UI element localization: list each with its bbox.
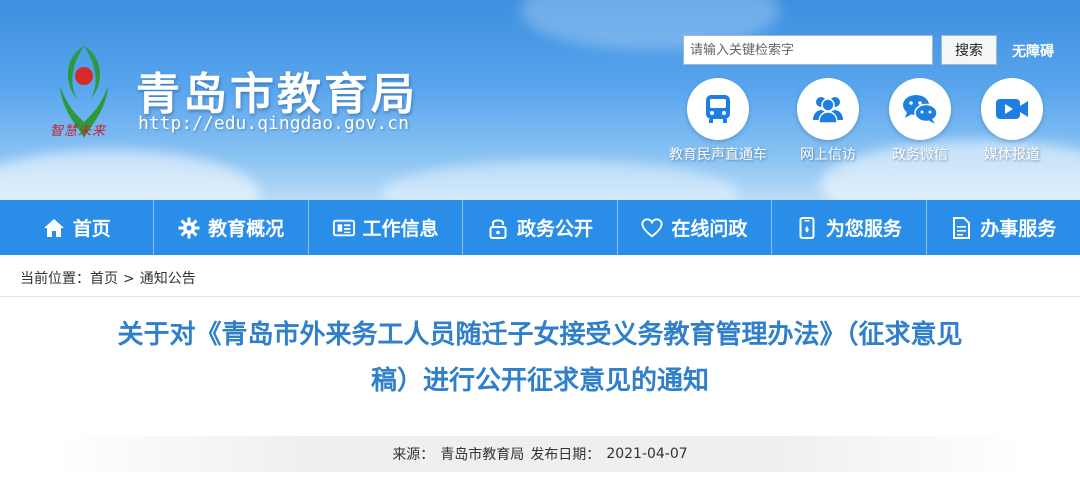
main-nav: 首页 教育概况 工作信息 政务公开 在线问政 为您服务 办事服务 (0, 200, 1080, 255)
source-value: 青岛市教育局 (440, 447, 525, 463)
nav-item-home[interactable]: 首页 (0, 200, 155, 255)
lock-icon (487, 217, 509, 239)
quick-link-label: 教育民声直通车 (669, 147, 767, 163)
logo-slogan: 智慧未来 (50, 124, 107, 139)
divider (0, 296, 1080, 297)
search-button[interactable]: 搜索 (941, 35, 997, 65)
document-icon (950, 216, 972, 239)
header-banner: 智慧未来 青岛市教育局 http://edu.qingdao.gov.cn 搜索… (0, 0, 1080, 200)
article-title-line: 稿）进行公开征求意见的通知 (370, 366, 709, 396)
phone-icon (796, 216, 818, 239)
heart-icon (641, 217, 663, 239)
bus-icon (706, 95, 730, 123)
quick-link-circle (981, 78, 1043, 140)
wechat-icon (903, 95, 938, 124)
article-title: 关于对《青岛市外来务工人员随迁子女接受义务教育管理办法》（征求意见 稿）进行公开… (60, 312, 1020, 404)
quick-link-hotline[interactable]: 教育民声直通车 (668, 78, 768, 164)
nav-item-overview[interactable]: 教育概况 (154, 200, 309, 255)
nav-item-label: 为您服务 (825, 218, 902, 240)
nav-item-label: 工作信息 (362, 218, 439, 240)
nav-item-online-inquiry[interactable]: 在线问政 (618, 200, 773, 255)
users-icon (813, 97, 843, 124)
accessibility-link[interactable]: 无障碍 (1012, 41, 1054, 61)
date-label: 发布日期： (530, 447, 601, 463)
quick-link-wechat[interactable]: 政务微信 (870, 78, 970, 164)
quick-link-label: 媒体报道 (984, 147, 1040, 163)
breadcrumb-prefix: 当前位置： (20, 271, 90, 287)
quick-link-petition[interactable]: 网上信访 (778, 78, 878, 164)
nav-item-label: 教育概况 (208, 218, 285, 240)
source-label: 来源： (392, 447, 435, 463)
cloud-decoration (380, 160, 740, 200)
news-icon (332, 217, 355, 239)
quick-link-media[interactable]: 媒体报道 (962, 78, 1062, 164)
breadcrumb-home-link[interactable]: 首页 (90, 271, 118, 287)
article-title-line: 关于对《青岛市外来务工人员随迁子女接受义务教育管理办法》（征求意见 (117, 320, 963, 350)
quick-link-circle (797, 78, 859, 140)
home-icon (43, 217, 65, 239)
cloud-decoration (0, 150, 260, 200)
nav-item-work-info[interactable]: 工作信息 (309, 200, 464, 255)
quick-link-circle (889, 78, 951, 140)
quick-link-circle (687, 78, 749, 140)
breadcrumb-separator: > (123, 271, 135, 287)
video-icon (996, 99, 1028, 119)
gear-icon (178, 217, 200, 239)
nav-item-affairs-service[interactable]: 办事服务 (927, 200, 1080, 255)
article-meta: 来源： 青岛市教育局 发布日期： 2021-04-07 (60, 436, 1020, 472)
nav-item-label: 办事服务 (980, 218, 1057, 240)
breadcrumb-notices-link[interactable]: 通知公告 (140, 271, 196, 287)
nav-item-label: 首页 (72, 218, 111, 240)
search-input[interactable] (683, 35, 933, 65)
site-url: http://edu.qingdao.gov.cn (138, 113, 409, 134)
breadcrumb: 当前位置：首页 > 通知公告 (20, 268, 196, 288)
date-value: 2021-04-07 (606, 446, 688, 462)
quick-link-label: 政务微信 (892, 147, 948, 163)
nav-item-label: 在线问政 (671, 218, 748, 240)
nav-item-label: 政务公开 (516, 218, 593, 240)
nav-item-services[interactable]: 为您服务 (772, 200, 927, 255)
nav-item-gov-affairs[interactable]: 政务公开 (463, 200, 618, 255)
quick-link-label: 网上信访 (800, 147, 856, 163)
